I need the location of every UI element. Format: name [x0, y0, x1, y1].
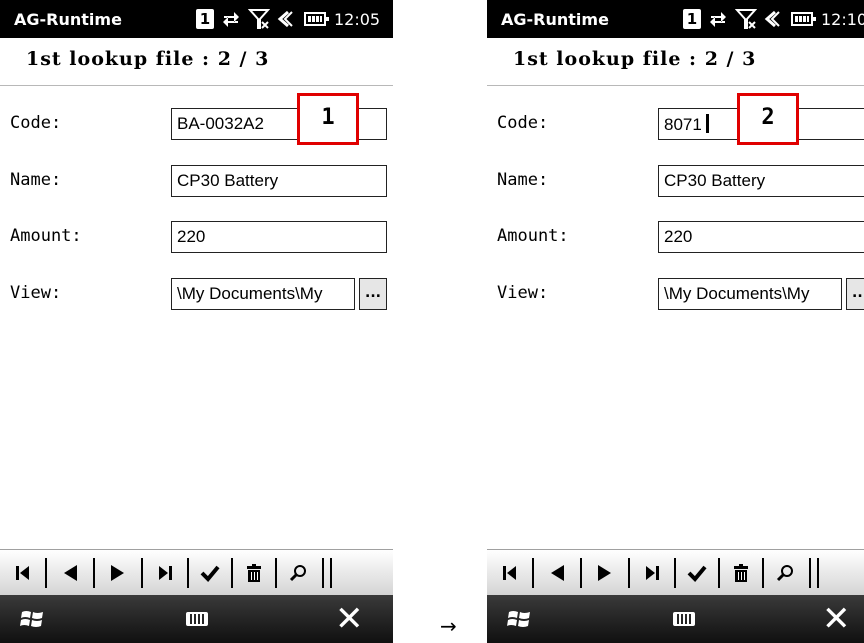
amount-field[interactable]: 220: [171, 221, 387, 253]
no-signal-icon: [735, 9, 757, 29]
confirm-button[interactable]: [189, 550, 231, 596]
view-path-field[interactable]: \My Documents\My: [171, 278, 355, 310]
previous-record-icon: [551, 565, 564, 581]
view-path-field[interactable]: \My Documents\My: [658, 278, 842, 310]
device-screen-before: AG-Runtime 1 12:05 1st lookup file : 2 /…: [0, 0, 393, 643]
code-value: 8071: [664, 115, 702, 134]
name-label: Name:: [10, 170, 62, 190]
search-icon: [776, 565, 793, 582]
app-title[interactable]: AG-Runtime: [14, 10, 122, 29]
status-bar: AG-Runtime 1 12:05: [0, 0, 393, 38]
battery-icon: [791, 12, 816, 26]
search-button[interactable]: [764, 550, 806, 596]
name-field[interactable]: CP30 Battery: [171, 165, 387, 197]
text-cursor: [705, 114, 709, 133]
code-label: Code:: [497, 113, 549, 133]
amount-label: Amount:: [497, 226, 569, 246]
view-label: View:: [497, 283, 549, 303]
next-record-button[interactable]: [582, 550, 628, 596]
last-record-button[interactable]: [630, 550, 674, 596]
view-label: View:: [10, 283, 62, 303]
search-button[interactable]: [277, 550, 319, 596]
previous-record-button[interactable]: [534, 550, 580, 596]
first-record-icon: [15, 566, 29, 580]
confirm-icon: [687, 565, 707, 582]
delete-button[interactable]: [720, 550, 762, 596]
name-field[interactable]: CP30 Battery: [658, 165, 864, 197]
next-record-icon: [111, 565, 124, 581]
browse-button[interactable]: ...: [846, 278, 864, 310]
keyboard-icon[interactable]: [186, 612, 208, 626]
close-icon[interactable]: ✕: [822, 600, 851, 638]
first-record-icon: [502, 566, 516, 580]
sync-icon: [710, 12, 726, 27]
step-annotation: 1: [297, 93, 359, 145]
confirm-button[interactable]: [676, 550, 718, 596]
status-bar: AG-Runtime 1 12:10: [487, 0, 864, 38]
notification-badge[interactable]: 1: [196, 9, 214, 29]
taskbar: ✕: [487, 595, 864, 643]
battery-icon: [304, 12, 329, 26]
delete-button[interactable]: [233, 550, 275, 596]
device-screen-after: AG-Runtime 1 12:10 1st lookup file : 2 /…: [487, 0, 864, 643]
app-title[interactable]: AG-Runtime: [501, 10, 609, 29]
previous-record-button[interactable]: [47, 550, 93, 596]
volume-icon: [277, 10, 293, 28]
navigation-toolbar: [0, 549, 393, 595]
confirm-icon: [200, 565, 220, 582]
windows-start-icon[interactable]: [507, 608, 531, 630]
record-header: 1st lookup file : 2 / 3: [487, 38, 864, 86]
name-label: Name:: [497, 170, 549, 190]
sync-icon: [223, 12, 239, 27]
last-record-button[interactable]: [143, 550, 187, 596]
amount-field[interactable]: 220: [658, 221, 864, 253]
delete-icon: [734, 564, 748, 582]
next-record-icon: [598, 565, 611, 581]
first-record-button[interactable]: [487, 550, 532, 596]
last-record-icon: [159, 566, 172, 580]
clock: 12:05: [334, 9, 381, 29]
page-title: 1st lookup file : 2 / 3: [26, 48, 270, 70]
amount-label: Amount:: [10, 226, 82, 246]
taskbar: ✕: [0, 595, 393, 643]
browse-button[interactable]: ...: [359, 278, 387, 310]
record-header: 1st lookup file : 2 / 3: [0, 38, 393, 86]
first-record-button[interactable]: [0, 550, 45, 596]
delete-icon: [247, 564, 261, 582]
no-signal-icon: [248, 9, 270, 29]
notification-badge[interactable]: 1: [683, 9, 701, 29]
code-label: Code:: [10, 113, 62, 133]
page-title: 1st lookup file : 2 / 3: [513, 48, 757, 70]
windows-start-icon[interactable]: [20, 608, 44, 630]
step-annotation: 2: [737, 93, 799, 145]
navigation-toolbar: [487, 549, 864, 595]
keyboard-icon[interactable]: [673, 612, 695, 626]
clock: 12:10: [821, 9, 864, 29]
volume-icon: [764, 10, 780, 28]
next-record-button[interactable]: [95, 550, 141, 596]
last-record-icon: [646, 566, 659, 580]
previous-record-icon: [64, 565, 77, 581]
close-icon[interactable]: ✕: [335, 600, 364, 638]
transition-arrow: →: [440, 614, 457, 638]
search-icon: [289, 565, 306, 582]
